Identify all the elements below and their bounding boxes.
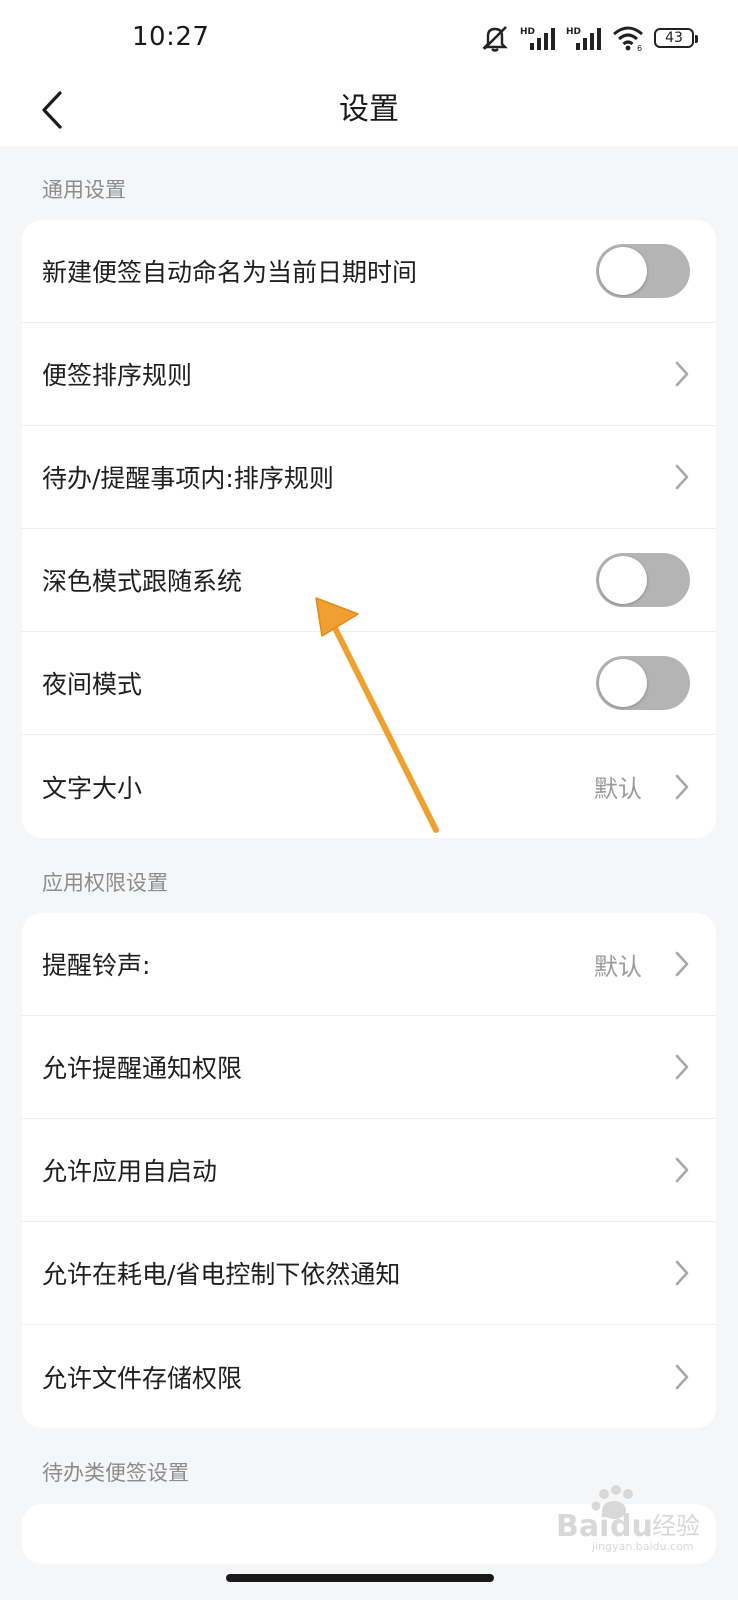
setting-label: 允许文件存储权限 (42, 1363, 243, 1393)
toggle-knob (599, 247, 647, 295)
status-time: 10:27 (132, 22, 210, 52)
general-settings-card: 新建便签自动命名为当前日期时间 便签排序规则 待办/提醒事项内:排序规则 深色模… (22, 220, 716, 838)
setting-label: 允许应用自启动 (42, 1157, 218, 1186)
setting-row-note-sort[interactable]: 便签排序规则 (22, 323, 716, 426)
chevron-right-icon (675, 1260, 689, 1286)
setting-row-font-size[interactable]: 文字大小 默认 (22, 735, 716, 838)
chevron-right-icon (675, 1364, 689, 1389)
setting-row-dark-mode-follow[interactable]: 深色模式跟随系统 (22, 529, 716, 632)
setting-label: 便签排序规则 (42, 361, 193, 390)
status-icons: HD HD 6 43 (480, 24, 698, 52)
header: 设置 (0, 76, 738, 146)
setting-label: 允许在耗电/省电控制下依然通知 (42, 1260, 401, 1289)
setting-row-notification-permission[interactable]: 允许提醒通知权限 (22, 1016, 716, 1119)
mute-icon (480, 24, 510, 52)
chevron-right-icon (675, 951, 689, 977)
section-label-todo: 待办类便签设置 (42, 1461, 189, 1485)
setting-label: 文字大小 (42, 773, 143, 803)
setting-row-battery-notify[interactable]: 允许在耗电/省电控制下依然通知 (22, 1222, 716, 1325)
setting-row-ringtone[interactable]: 提醒铃声: 默认 (22, 913, 716, 1016)
hd-signal-icon: HD (520, 25, 556, 51)
page-title: 设置 (339, 92, 399, 127)
dark-mode-follow-toggle[interactable] (596, 553, 690, 607)
battery-icon: 43 (654, 28, 698, 48)
chevron-right-icon (675, 464, 689, 490)
svg-text:HD: HD (520, 27, 535, 37)
setting-row-auto-name[interactable]: 新建便签自动命名为当前日期时间 (22, 220, 716, 323)
todo-settings-card (22, 1504, 716, 1564)
section-label-general: 通用设置 (42, 178, 126, 202)
svg-text:HD: HD (566, 27, 581, 37)
chevron-right-icon (675, 1054, 689, 1080)
section-label-permissions: 应用权限设置 (42, 871, 168, 895)
svg-text:6: 6 (637, 44, 642, 51)
status-bar: 10:27 HD HD 6 43 (0, 0, 738, 76)
setting-label: 提醒铃声: (42, 951, 151, 980)
setting-row-todo-sort[interactable]: 待办/提醒事项内:排序规则 (22, 426, 716, 529)
permission-settings-card: 提醒铃声: 默认 允许提醒通知权限 允许应用自启动 允许在耗电/省电控制下依然通… (22, 913, 716, 1428)
chevron-right-icon (675, 774, 689, 799)
setting-label: 深色模式跟随系统 (42, 567, 243, 596)
setting-label: 新建便签自动命名为当前日期时间 (42, 258, 418, 287)
chevron-right-icon (675, 361, 689, 387)
battery-level: 43 (665, 30, 683, 46)
night-mode-toggle[interactable] (596, 656, 690, 710)
hd-signal-icon: HD (566, 25, 602, 51)
toggle-knob (599, 659, 647, 707)
chevron-right-icon (675, 1157, 689, 1183)
setting-row-night-mode[interactable]: 夜间模式 (22, 632, 716, 735)
toggle-knob (599, 556, 647, 604)
setting-row-storage-permission[interactable]: 允许文件存储权限 (22, 1325, 716, 1428)
wifi-icon: 6 (612, 25, 644, 51)
setting-label: 允许提醒通知权限 (42, 1054, 243, 1083)
auto-name-toggle[interactable] (596, 244, 690, 298)
setting-row-auto-start[interactable]: 允许应用自启动 (22, 1119, 716, 1222)
setting-label: 夜间模式 (42, 670, 143, 699)
setting-label: 待办/提醒事项内:排序规则 (42, 464, 334, 493)
setting-value: 默认 (594, 775, 642, 803)
setting-value: 默认 (594, 952, 642, 981)
home-indicator[interactable] (226, 1574, 494, 1582)
